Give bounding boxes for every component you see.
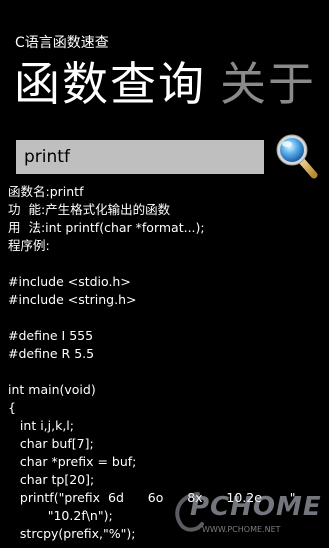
result-line — [8, 255, 324, 273]
tab-function-lookup[interactable]: 函数查询 — [14, 56, 206, 112]
result-line: { — [8, 400, 16, 415]
app-title: C语言函数速查 — [15, 35, 109, 51]
result-line: "10.2f\n"); — [8, 508, 113, 523]
result-line: 程序例: — [8, 238, 50, 253]
result-line — [8, 309, 324, 327]
search-button[interactable] — [273, 131, 319, 179]
result-line: int i,j,k,l; — [8, 418, 74, 433]
result-line: printf("prefix 6d 6o 8x 10.2e " — [8, 490, 296, 505]
result-line: char tp[20]; — [8, 472, 95, 487]
result-line: 用 法:int printf(char *format...); — [8, 220, 205, 235]
tab-about[interactable]: 关于 — [220, 56, 316, 112]
result-line: char *prefix = buf; — [8, 454, 137, 469]
function-detail: 函数名:printf 功 能:产生格式化输出的函数用 法:int printf(c… — [8, 183, 324, 543]
result-line: #include <string.h> — [8, 292, 137, 307]
result-line: char buf[7]; — [8, 436, 94, 451]
result-line: int main(void) — [8, 382, 96, 397]
pivot-header: 函数查询 关于 — [14, 56, 316, 112]
result-line: #define I 555 — [8, 328, 94, 343]
result-line: #define R 5.5 — [8, 346, 95, 361]
result-line: 功 能:产生格式化输出的函数 — [8, 202, 171, 217]
result-line — [8, 363, 324, 381]
result-line: strcpy(prefix,"%"); — [8, 526, 136, 541]
result-line: #include <stdio.h> — [8, 274, 131, 289]
result-line: 函数名:printf — [8, 184, 84, 199]
magnifier-icon — [276, 134, 318, 179]
search-input[interactable] — [16, 140, 264, 174]
